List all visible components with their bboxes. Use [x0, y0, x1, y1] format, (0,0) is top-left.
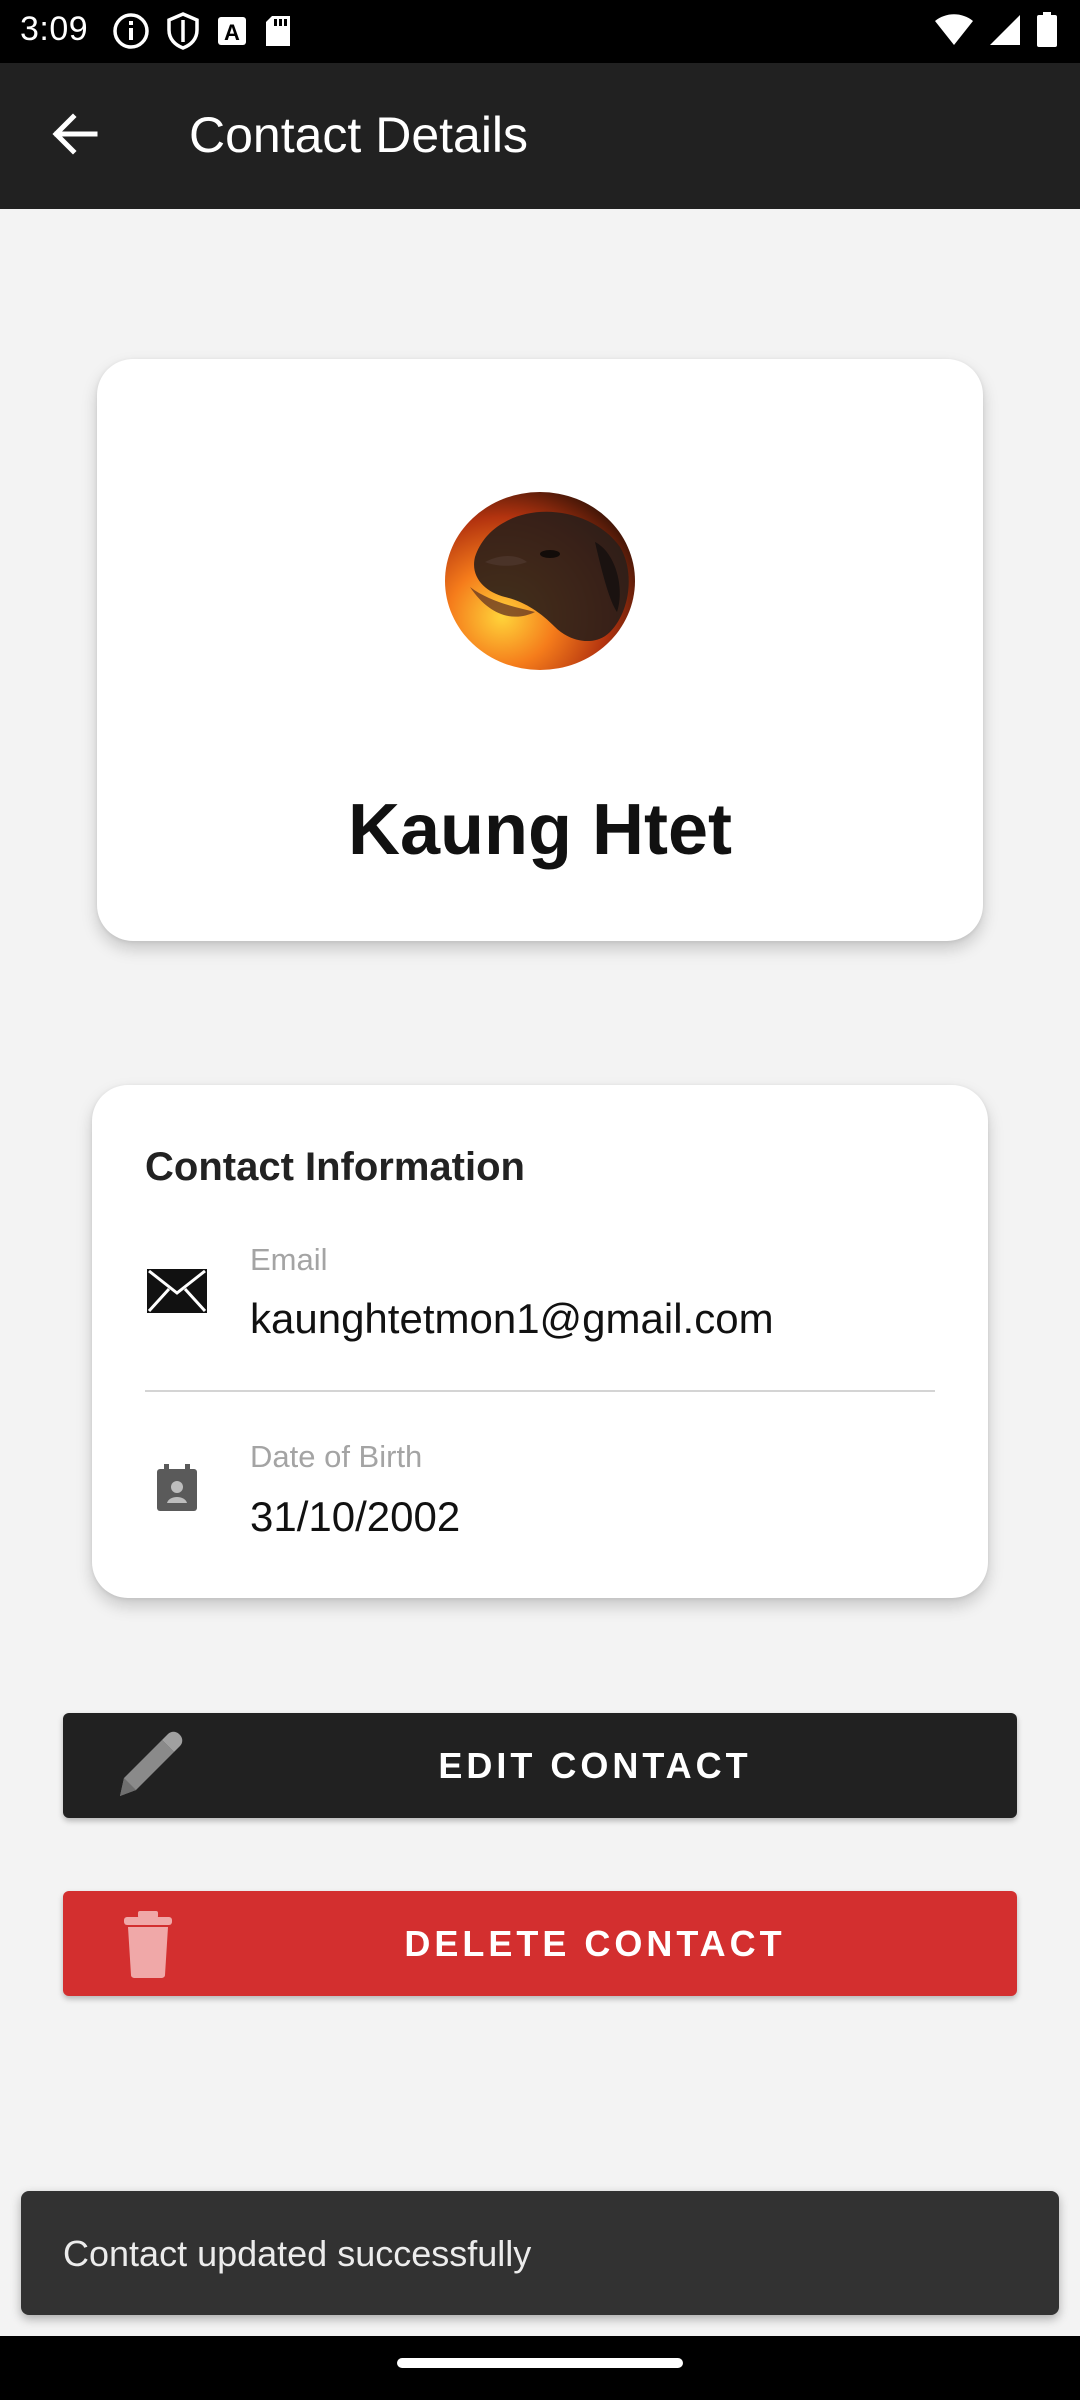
delete-contact-label: DELETE CONTACT [404, 1922, 786, 1964]
divider [145, 1390, 935, 1392]
arrow-back-icon [51, 112, 99, 161]
email-value: kaunghtetmon1@gmail.com [250, 1295, 774, 1342]
delete-contact-button[interactable]: DELETE CONTACT [63, 1891, 1017, 1996]
avatar [445, 492, 635, 670]
page-title: Contact Details [189, 107, 529, 163]
wifi-icon [934, 13, 974, 52]
status-time: 3:09 [20, 10, 89, 48]
snackbar-message: Contact updated successfully [63, 2233, 532, 2274]
email-label: Email [250, 1242, 328, 1277]
contact-name: Kaung Htet [348, 790, 732, 870]
edit-contact-label: EDIT CONTACT [438, 1744, 752, 1786]
profile-card: Kaung Htet [97, 359, 983, 941]
home-indicator[interactable] [397, 2358, 683, 2368]
contact-info-card: Contact Information Email kaunghtetmon1@… [92, 1085, 988, 1598]
app-bar: Contact Details [0, 63, 1080, 209]
shield-icon [166, 12, 200, 55]
svg-text:A: A [224, 20, 240, 45]
contact-info-heading: Contact Information [145, 1145, 525, 1189]
status-icons-left: A [112, 12, 292, 55]
dob-label: Date of Birth [250, 1439, 423, 1474]
back-button[interactable] [40, 101, 110, 171]
calendar-icon [144, 1455, 210, 1521]
text-a-icon: A [216, 15, 248, 52]
navigation-bar [0, 2336, 1080, 2400]
envelope-icon [144, 1258, 210, 1324]
info-icon [112, 12, 150, 55]
status-bar: 3:09 A [0, 0, 1080, 63]
sd-card-icon [264, 14, 292, 53]
edit-contact-button[interactable]: EDIT CONTACT [63, 1713, 1017, 1818]
battery-icon [1036, 12, 1058, 53]
status-icons-right [934, 12, 1058, 53]
dob-value: 31/10/2002 [250, 1493, 461, 1540]
signal-icon [988, 13, 1022, 52]
snackbar: Contact updated successfully [21, 2191, 1059, 2315]
